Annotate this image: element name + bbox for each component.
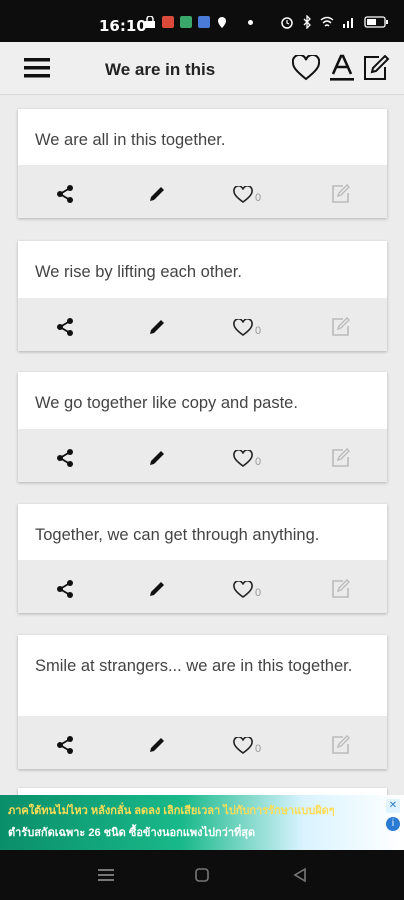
quote-card: Smile at strangers... we are in this tog… (18, 635, 387, 769)
app-icon (162, 16, 174, 28)
like-count: 0 (255, 325, 262, 337)
ad-headline: ภาคใต้ทนไม่ไหว หลังกลั่น ลดลง เลิกเสียเว… (8, 805, 335, 817)
lock-icon (145, 16, 155, 28)
bluetooth-icon (303, 15, 311, 29)
pencil-edit-icon[interactable] (147, 313, 167, 337)
quote-text: We go together like copy and paste. (35, 394, 298, 412)
quote-actions: 0 (18, 298, 387, 351)
app-bar: We are in this (0, 42, 404, 95)
quote-text: We rise by lifting each other. (35, 263, 242, 281)
home-icon[interactable] (190, 865, 214, 885)
status-icons (280, 15, 390, 29)
share-icon[interactable] (55, 575, 75, 599)
heart-outline-icon (233, 581, 253, 598)
wifi-icon (320, 16, 334, 27)
copy-edit-icon[interactable] (331, 575, 351, 599)
copy-edit-icon[interactable] (331, 313, 351, 337)
share-icon[interactable] (55, 180, 75, 204)
location-icon (218, 17, 226, 28)
quote-actions: 0 (18, 165, 387, 218)
page-title: We are in this (105, 60, 216, 79)
pencil-edit-icon[interactable] (147, 731, 167, 755)
share-icon[interactable] (55, 313, 75, 337)
quote-actions: 0 (18, 716, 387, 769)
app-icon (180, 16, 192, 28)
status-bar: 16:10 (0, 0, 404, 42)
pencil-edit-icon[interactable] (147, 180, 167, 204)
quote-card: We go together like copy and paste. 0 (18, 372, 387, 482)
quote-card: We rise by lifting each other. 0 (18, 241, 387, 351)
heart-outline-icon (233, 737, 253, 754)
quote-actions: 0 (18, 560, 387, 613)
ad-close-button[interactable]: ✕ (386, 799, 400, 813)
pencil-edit-icon[interactable] (147, 444, 167, 468)
quote-actions: 0 (18, 429, 387, 482)
status-time: 16:10 (99, 17, 147, 35)
like-count: 0 (255, 587, 262, 599)
like-button[interactable]: 0 (233, 444, 261, 468)
heart-outline-icon (233, 319, 253, 336)
heart-outline-icon (233, 186, 253, 203)
ad-subline: ตำรับสกัดเฉพาะ 26 ชนิด ซื้อข้างนอกแพงไปก… (8, 827, 256, 839)
recent-apps-icon[interactable] (94, 865, 118, 885)
font-icon[interactable] (326, 52, 358, 84)
like-button[interactable]: 0 (233, 575, 261, 599)
like-count: 0 (255, 192, 262, 204)
signal-icon (343, 18, 353, 28)
copy-edit-icon[interactable] (331, 180, 351, 204)
pencil-edit-icon[interactable] (147, 575, 167, 599)
share-icon[interactable] (55, 731, 75, 755)
system-nav-bar (0, 850, 404, 900)
quote-card: We are all in this together. 0 (18, 109, 387, 218)
like-button[interactable]: 0 (233, 313, 261, 337)
quote-card: Together, we can get through anything. 0 (18, 504, 387, 613)
ad-banner[interactable]: ภาคใต้ทนไม่ไหว หลังกลั่น ลดลง เลิกเสียเว… (0, 795, 404, 850)
favorites-heart-icon[interactable] (290, 52, 322, 84)
like-button[interactable]: 0 (233, 731, 261, 755)
dot-icon (248, 20, 253, 25)
share-icon[interactable] (55, 444, 75, 468)
hamburger-menu-icon[interactable] (21, 52, 53, 84)
like-count: 0 (255, 743, 262, 755)
copy-edit-icon[interactable] (331, 444, 351, 468)
back-icon[interactable] (288, 865, 312, 885)
quote-text: Together, we can get through anything. (35, 526, 320, 544)
quote-text: Smile at strangers... we are in this tog… (35, 657, 353, 675)
ad-info-icon[interactable]: i (386, 817, 400, 831)
battery-icon (364, 16, 388, 28)
alarm-icon (281, 17, 293, 29)
edit-note-icon[interactable] (361, 52, 393, 84)
quote-text: We are all in this together. (35, 131, 226, 149)
like-count: 0 (255, 456, 262, 468)
like-button[interactable]: 0 (233, 180, 261, 204)
app-icon (198, 16, 210, 28)
copy-edit-icon[interactable] (331, 731, 351, 755)
heart-outline-icon (233, 450, 253, 467)
